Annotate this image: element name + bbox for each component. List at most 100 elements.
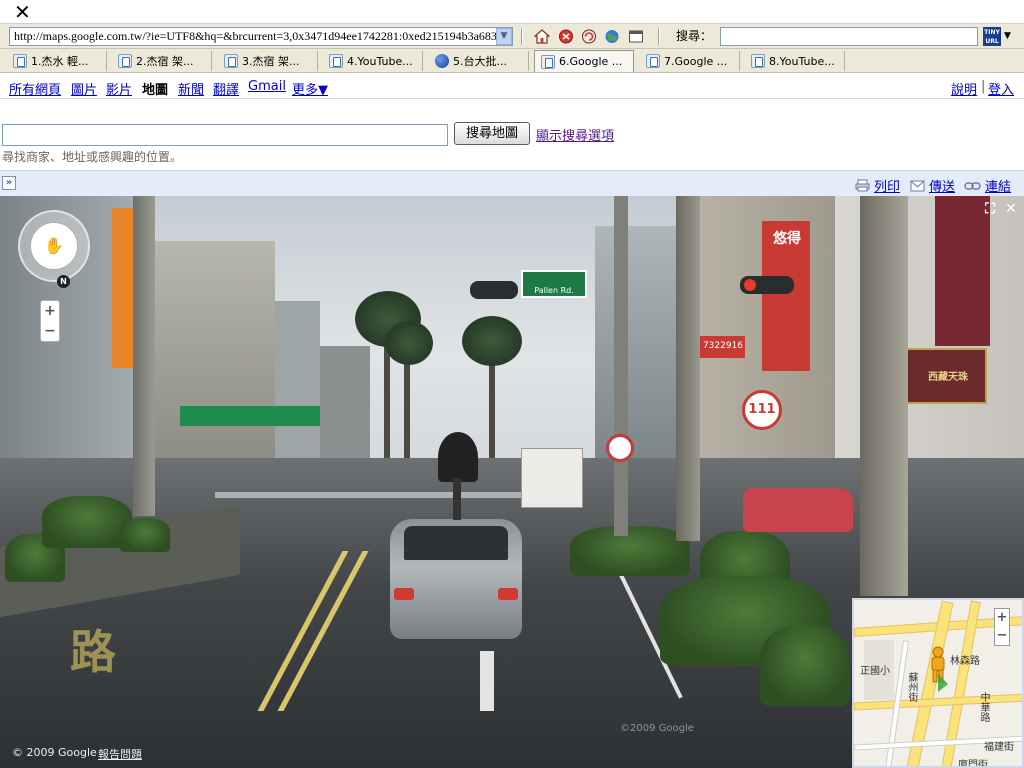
print-link[interactable]: 列印 <box>855 176 900 195</box>
nav-images[interactable]: 圖片 <box>71 79 97 98</box>
minimap-zoom-out[interactable]: − <box>995 627 1009 645</box>
page-icon <box>751 54 765 68</box>
collapse-panel-icon[interactable]: » <box>2 176 16 190</box>
map-label: 正國小 <box>860 666 890 677</box>
page-icon <box>646 54 660 68</box>
toolbar-separator <box>658 28 660 45</box>
tail-light <box>498 588 518 600</box>
map-label: 林森路 <box>950 656 980 667</box>
minimap-zoom-in[interactable]: + <box>995 609 1009 627</box>
close-strip: ✕ <box>0 0 1024 24</box>
tab-label: 6.Google ... <box>559 55 623 68</box>
utility-pole <box>614 196 628 536</box>
window-icon[interactable] <box>627 28 645 45</box>
close-streetview-icon[interactable]: ✕ <box>1002 200 1020 218</box>
tab-label: 1.杰水 輕... <box>31 55 89 68</box>
tab-8[interactable]: 8.YouTube... <box>745 51 845 71</box>
palm-tree <box>462 316 522 366</box>
palm-trunk-right <box>676 196 700 541</box>
globe-icon[interactable] <box>603 28 621 45</box>
map-label: 中華路 <box>978 692 989 722</box>
zoom-control: + − <box>40 300 60 342</box>
google-nav: 所有網頁 圖片 影片 地圖 新聞 翻譯 Gmail 更多▼ 說明 | 登入 <box>0 73 1024 99</box>
nav-web[interactable]: 所有網頁 <box>9 79 61 98</box>
palm-trunk-left <box>133 196 155 516</box>
nav-maps: 地圖 <box>142 83 169 98</box>
signin-link[interactable]: 登入 <box>988 79 1014 98</box>
nav-more[interactable]: 更多▼ <box>292 79 328 98</box>
globe-icon <box>435 54 449 68</box>
map-search-area: 搜尋地圖 顯示搜尋選項 尋找商家、地址或感興趣的位置。 <box>0 100 1024 170</box>
green-shop-sign <box>180 406 320 426</box>
building-left-4 <box>320 346 370 461</box>
page-icon <box>118 54 132 68</box>
tab-label: 2.杰宿 架... <box>136 55 194 68</box>
tinyurl-icon[interactable]: TINY URL <box>983 27 1001 46</box>
help-link[interactable]: 說明 <box>951 79 977 98</box>
stop-icon[interactable] <box>557 28 575 45</box>
zoom-out-button[interactable]: − <box>41 321 59 341</box>
home-icon[interactable] <box>533 28 551 45</box>
envelope-icon <box>910 180 925 191</box>
tab-6[interactable]: 6.Google ... <box>534 50 634 72</box>
nav-video[interactable]: 影片 <box>106 79 132 98</box>
tab-5[interactable]: 5.台大批... <box>429 51 529 71</box>
tab-label: 4.YouTube... <box>347 54 413 68</box>
tab-7[interactable]: 7.Google ... <box>640 51 740 71</box>
phone-text: 7322916 <box>702 341 744 351</box>
tail-light <box>394 588 414 600</box>
navigation-control[interactable]: ✋ <box>18 210 90 282</box>
show-search-options-link[interactable]: 顯示搜尋選項 <box>536 125 614 144</box>
tab-4[interactable]: 4.YouTube... <box>323 51 423 71</box>
tab-label: 5.台大批... <box>453 55 507 68</box>
close-icon[interactable]: ✕ <box>14 2 31 22</box>
tab-label: 7.Google ... <box>664 54 728 68</box>
camera-rig <box>438 432 478 482</box>
pegman-icon[interactable] <box>928 646 948 692</box>
white-lane-line <box>480 651 494 711</box>
tab-label: 3.杰宿 架... <box>242 55 300 68</box>
browser-toolbar: http://maps.google.com.tw/?ie=UTF8&hq=&b… <box>0 24 1024 49</box>
zoom-in-button[interactable]: + <box>41 301 59 321</box>
road-marking: 路 <box>70 625 116 679</box>
refresh-icon[interactable] <box>580 28 598 45</box>
shop-board-text: 西藏天珠 <box>928 372 968 383</box>
address-bar[interactable]: http://maps.google.com.tw/?ie=UTF8&hq=&b… <box>9 27 513 46</box>
red-light <box>744 279 756 291</box>
street-view-panorama[interactable]: 111 悠得 西藏天珠 7322916 路 Pallen Rd. ✋ N + −… <box>0 196 1024 768</box>
permalink-link[interactable]: 連結 <box>964 176 1011 195</box>
search-maps-button[interactable]: 搜尋地圖 <box>454 122 530 145</box>
tab-bar: 1.杰水 輕... 2.杰宿 架... 3.杰宿 架... 4.YouTube.… <box>0 49 1024 73</box>
report-problem-link[interactable]: 報告問題 <box>98 746 142 762</box>
camera-mast <box>453 478 461 520</box>
send-link[interactable]: 傳送 <box>910 176 955 195</box>
building-left-2 <box>150 241 275 466</box>
page-icon <box>224 54 238 68</box>
map-label: 蘇州街 <box>906 672 917 702</box>
toolbar-search-input[interactable] <box>720 27 978 46</box>
street-view-minimap[interactable]: 正國小 蘇州街 林森路 中華路 福建街 廈門街 + − <box>852 598 1024 768</box>
tinyurl-dropdown-icon[interactable]: ▼ <box>1004 28 1011 45</box>
shop-sign-text: 悠得 <box>773 231 801 247</box>
map-label: 廈門街 <box>958 760 988 768</box>
toolbar-separator <box>521 28 523 45</box>
expand-icon[interactable]: ⛶ <box>981 200 999 218</box>
tab-1[interactable]: 1.杰水 輕... <box>7 51 107 71</box>
nav-separator: | <box>981 79 986 94</box>
maroon-sign <box>935 196 990 346</box>
orange-vertical-sign <box>112 208 134 368</box>
nav-news[interactable]: 新聞 <box>178 79 204 98</box>
page-icon <box>13 54 27 68</box>
address-dropdown-icon[interactable]: ▼ <box>496 28 512 45</box>
map-search-input[interactable] <box>2 124 448 146</box>
printer-icon <box>855 179 870 192</box>
page-icon <box>329 54 343 68</box>
nav-gmail[interactable]: Gmail <box>248 79 286 94</box>
tab-2[interactable]: 2.杰宿 架... <box>112 51 212 71</box>
pan-hand-icon[interactable]: ✋ <box>30 222 78 270</box>
street-name-sign: Pallen Rd. <box>521 270 587 298</box>
tab-3[interactable]: 3.杰宿 架... <box>218 51 318 71</box>
nav-translate[interactable]: 翻譯 <box>213 79 239 98</box>
hedge <box>120 518 170 552</box>
link-label: 連結 <box>985 180 1012 195</box>
